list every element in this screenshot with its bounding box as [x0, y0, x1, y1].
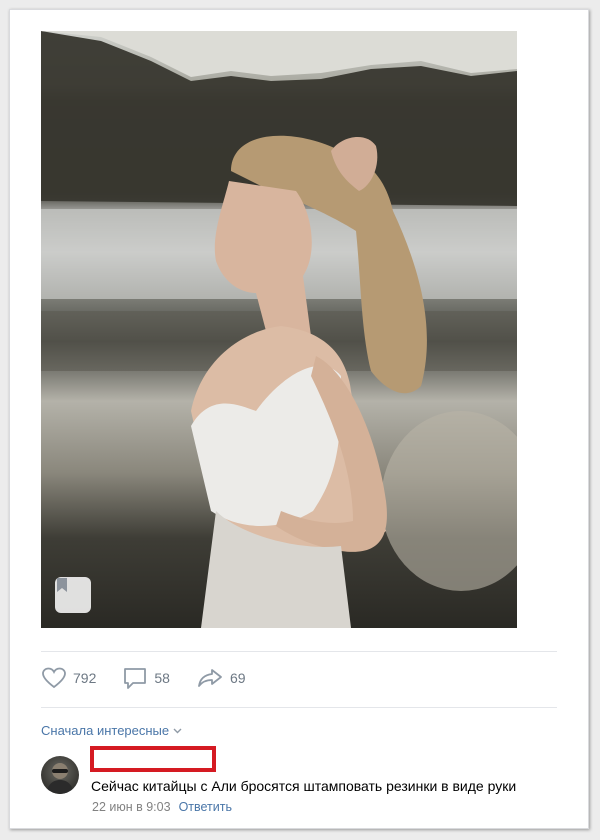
comment-button[interactable]: 58 [122, 666, 170, 690]
comment-icon [124, 668, 147, 689]
comments-sort-label: Сначала интересные [41, 723, 170, 738]
share-button[interactable]: 69 [196, 666, 246, 690]
like-button[interactable]: 792 [41, 666, 96, 690]
redacted-author-name [90, 746, 216, 772]
bookmark-icon [57, 578, 67, 592]
chevron-down-icon [173, 728, 182, 733]
comment-meta: 22 июн в 9:03 Ответить [92, 800, 232, 814]
photo-scene [41, 31, 517, 628]
comment-date[interactable]: 22 июн в 9:03 [92, 800, 171, 814]
divider [41, 707, 557, 708]
bookmark-button[interactable] [55, 577, 91, 613]
divider [41, 651, 557, 652]
like-count: 792 [73, 670, 97, 686]
avatar[interactable] [41, 756, 79, 794]
share-icon [198, 669, 222, 687]
reply-link[interactable]: Ответить [179, 800, 232, 814]
post-actions: 792 58 69 [41, 665, 272, 691]
avatar-image [46, 763, 74, 794]
comment-text: Сейчас китайцы с Али бросятся штамповать… [91, 778, 517, 794]
post-photo[interactable] [41, 31, 517, 628]
heart-icon [42, 667, 66, 689]
post-card: 792 58 69 Сначала интересные Сейчас кита… [9, 9, 589, 829]
comment-count: 58 [154, 670, 170, 686]
comments-sort-toggle[interactable]: Сначала интересные [41, 723, 182, 738]
share-count: 69 [229, 670, 246, 686]
